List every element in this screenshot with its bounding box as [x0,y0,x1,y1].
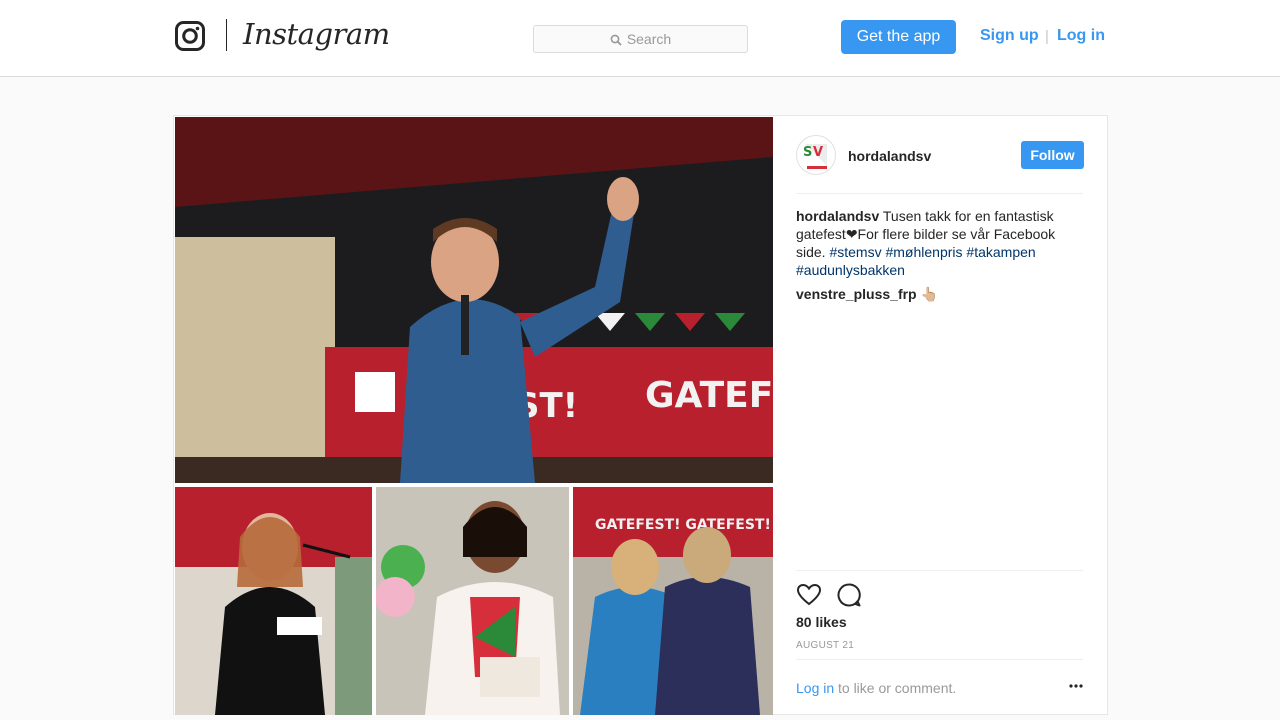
instagram-glyph-icon[interactable] [175,20,205,52]
comment-prompt-text: to like or comment. [838,680,957,696]
hashtag-link[interactable]: #takampen [966,244,1035,260]
instagram-wordmark[interactable]: Instagram [243,17,390,51]
collage-photo-speaker [175,487,372,715]
search-placeholder: Search [626,31,672,47]
post-actions: 80 likes AUGUST 21 [796,570,1083,660]
post-author-username[interactable]: hordalandsv [848,148,931,164]
likes-count[interactable]: 80 likes [796,614,847,630]
sign-up-link[interactable]: Sign up [980,27,1039,45]
post-photo-collage[interactable]: GATEFES ST! [175,117,773,715]
post-caption: hordalandsv Tusen takk for en fantastisk… [796,207,1083,279]
search-icon [610,34,622,46]
post-card: GATEFES ST! [173,115,1108,715]
comment-text: 👆🏼 [920,286,939,302]
auth-separator: | [1045,28,1049,45]
search-input[interactable]: Search [533,25,748,53]
logo-divider [226,19,227,51]
hashtag-link[interactable]: #audunlysbakken [796,262,905,278]
post-header: S V hordalandsv Follow [796,116,1084,194]
collage-photo-supporter [375,487,569,715]
get-the-app-button[interactable]: Get the app [841,20,956,54]
collage-photo-hug: GATEFEST! GATEFEST! [573,487,773,715]
more-options-icon[interactable] [1068,678,1084,694]
heart-icon[interactable] [796,582,822,608]
post-side-panel: S V hordalandsv Follow hordalandsv Tusen… [796,116,1084,715]
svg-text:V: V [813,145,823,160]
avatar[interactable]: S V [796,135,836,175]
log-in-link[interactable]: Log in [1057,27,1105,45]
add-comment-bar: Log in to like or comment. [796,659,1083,715]
hashtag-link[interactable]: #stemsv [829,244,881,260]
post-date: AUGUST 21 [796,640,855,651]
svg-text:S: S [803,145,812,160]
follow-button[interactable]: Follow [1021,141,1084,169]
svg-text:GATEFES: GATEFES [645,375,773,416]
comment-item: venstre_pluss_frp 👆🏼 [796,285,1083,303]
comment-username[interactable]: venstre_pluss_frp [796,286,917,302]
comment-log-in-link[interactable]: Log in [796,680,834,696]
hashtag-link[interactable]: #møhlenpris [885,244,962,260]
top-navigation-bar: Instagram Search Get the app Sign up | L… [0,0,1280,77]
comment-bubble-icon[interactable] [836,582,862,608]
caption-username[interactable]: hordalandsv [796,208,879,224]
collage-main-photo: GATEFES ST! [175,117,773,483]
svg-text:GATEFEST! GATEFEST!: GATEFEST! GATEFEST! [595,517,771,533]
sv-logo-icon: S V [803,144,827,169]
